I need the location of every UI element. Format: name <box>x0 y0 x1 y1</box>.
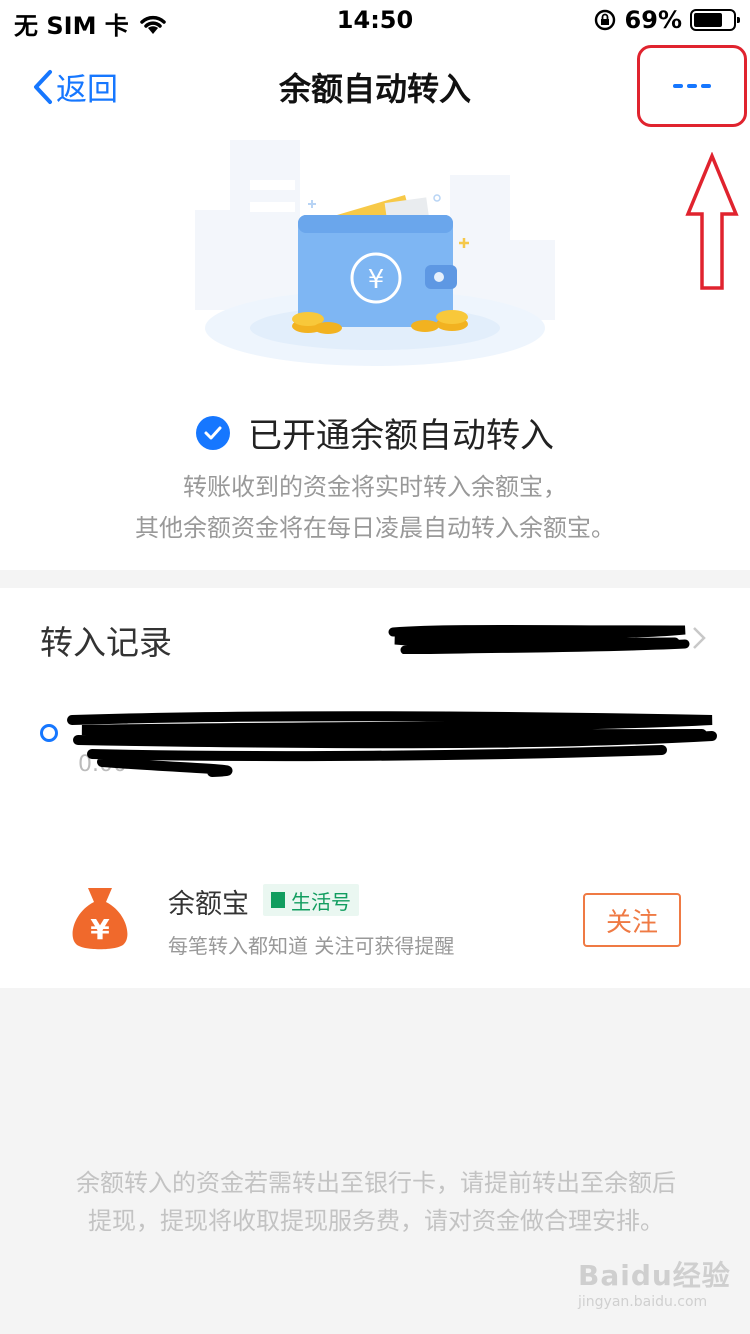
bookmark-icon <box>271 892 285 908</box>
svg-text:¥: ¥ <box>368 265 385 295</box>
check-icon <box>196 415 230 450</box>
badge-label: 生活号 <box>291 889 351 914</box>
battery-percent: 69% <box>624 6 682 34</box>
redacted-record <box>67 711 717 777</box>
description-line-1: 转账收到的资金将实时转入余额宝， <box>183 473 567 501</box>
records-title: 转入记录 <box>40 623 172 662</box>
records-card: 转入记录 0.00 ¥ 余额宝 生活号 每笔转入都知道 关注可获得提醒 关注 <box>0 588 750 988</box>
watermark-url: jingyan.baidu.com <box>578 1294 708 1310</box>
follow-button[interactable]: 关注 <box>583 893 681 947</box>
svg-text:¥: ¥ <box>90 913 110 946</box>
status-bar: 无 SIM 卡 14:50 69% <box>0 0 750 40</box>
timeline-dot <box>40 724 58 742</box>
description-line-2: 其他余额资金将在每日凌晨自动转入余额宝。 <box>135 514 615 542</box>
life-badge: 生活号 <box>263 884 359 916</box>
watermark-logo: Baidu经验 <box>578 1259 731 1292</box>
battery-icon <box>690 9 740 31</box>
wallet-illustration: ¥ <box>195 140 555 366</box>
watermark: Baidu经验 jingyan.baidu.com <box>578 1254 731 1310</box>
service-name: 余额宝 <box>168 889 249 920</box>
chevron-right-icon <box>693 627 706 649</box>
rotation-lock-icon <box>594 9 615 31</box>
service-description: 每笔转入都知道 关注可获得提醒 <box>168 934 455 958</box>
more-button[interactable] <box>637 45 747 127</box>
more-icon <box>673 84 711 88</box>
status-row: 已开通余额自动转入 <box>0 408 750 457</box>
redacted-link[interactable] <box>385 618 705 654</box>
status-text: 已开通余额自动转入 <box>248 416 554 456</box>
status-right: 69% <box>593 6 740 34</box>
moneybag-icon: ¥ <box>72 888 128 950</box>
annotation-arrow <box>685 152 739 290</box>
footer-note: 余额转入的资金若需转出至银行卡，请提前转出至余额后提现，提现将收取提现服务费，请… <box>76 1169 676 1235</box>
